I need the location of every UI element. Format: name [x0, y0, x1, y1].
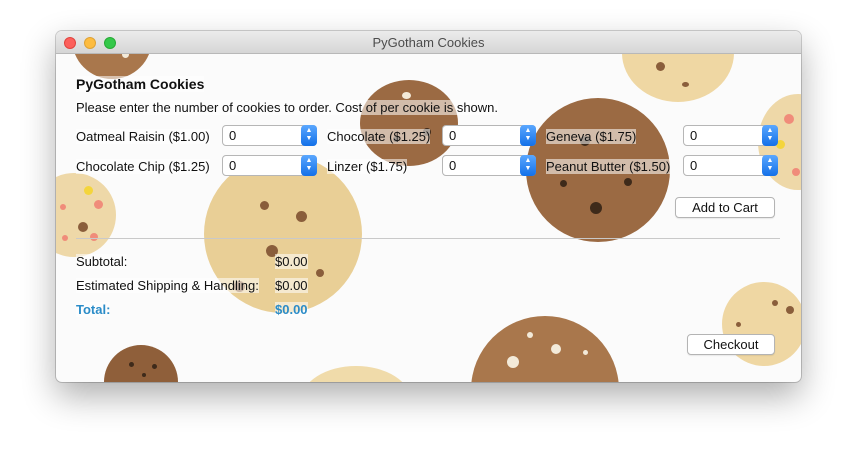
geneva-label: Geneva ($1.75) [546, 129, 637, 144]
oatmeal-raisin-label: Oatmeal Raisin ($1.00) [76, 129, 210, 144]
stepper-arrows-icon[interactable]: ▲ ▼ [520, 125, 536, 146]
app-window: PyGotham Cookies PyGotham Cookies Please… [56, 31, 801, 382]
form-heading: PyGotham Cookies [76, 76, 205, 92]
linzer-label: Linzer ($1.75) [327, 159, 408, 174]
cookie-image [104, 345, 178, 382]
subtotal-value: $0.00 [275, 254, 308, 269]
cookie-image [301, 366, 411, 382]
shipping-label: Estimated Shipping & Handling: [76, 278, 259, 293]
chocolate-label: Chocolate ($1.25) [327, 129, 431, 144]
stepper-arrows-icon[interactable]: ▲ ▼ [301, 125, 317, 146]
cookie-image [471, 316, 619, 382]
stepper-arrows-icon[interactable]: ▲ ▼ [301, 155, 317, 176]
oatmeal-raisin-stepper[interactable]: 0 ▲ ▼ [222, 125, 317, 146]
stepper-arrows-icon[interactable]: ▲ ▼ [762, 155, 778, 176]
stepper-arrows-icon[interactable]: ▲ ▼ [762, 125, 778, 146]
chocolate-chip-label: Chocolate Chip ($1.25) [76, 159, 210, 174]
divider [76, 238, 780, 239]
geneva-stepper[interactable]: 0 ▲ ▼ [683, 125, 778, 146]
linzer-stepper[interactable]: 0 ▲ ▼ [442, 155, 536, 176]
stepper-arrows-icon[interactable]: ▲ ▼ [520, 155, 536, 176]
cookie-image [56, 173, 116, 257]
total-label: Total: [76, 302, 111, 317]
total-value: $0.00 [275, 302, 308, 317]
shipping-value: $0.00 [275, 278, 308, 293]
checkout-button[interactable]: Checkout [687, 334, 775, 355]
peanut-butter-label: Peanut Butter ($1.50) [546, 159, 671, 174]
window-title: PyGotham Cookies [372, 35, 485, 50]
cookie-image [360, 80, 458, 166]
instructions-text: Please enter the number of cookies to or… [76, 100, 499, 115]
subtotal-label: Subtotal: [76, 254, 128, 269]
add-to-cart-button[interactable]: Add to Cart [675, 197, 775, 218]
chocolate-chip-stepper[interactable]: 0 ▲ ▼ [222, 155, 317, 176]
title-bar: PyGotham Cookies [56, 31, 801, 54]
cookie-background: PyGotham Cookies Please enter the number… [56, 54, 801, 382]
chocolate-stepper[interactable]: 0 ▲ ▼ [442, 125, 536, 146]
cookie-image [622, 54, 734, 102]
peanut-butter-stepper[interactable]: 0 ▲ ▼ [683, 155, 778, 176]
